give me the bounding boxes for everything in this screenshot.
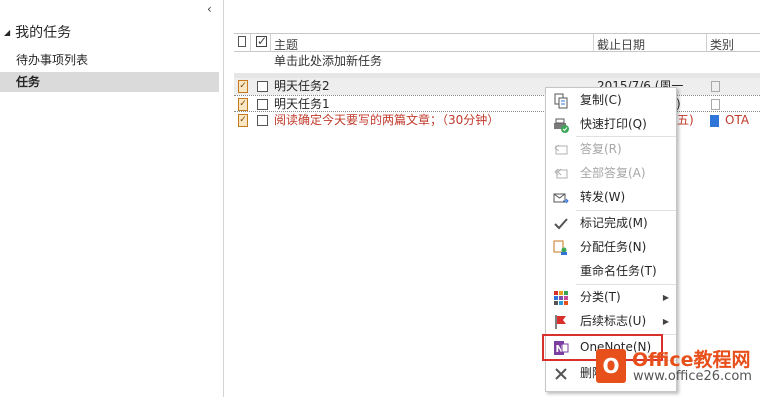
task-icon: ✓: [238, 80, 248, 93]
delete-icon: [553, 366, 569, 382]
menu-item-label: 答复(R): [580, 142, 622, 156]
menu-item-forward[interactable]: 转发(W): [547, 186, 677, 209]
task-due-date: 五): [677, 113, 694, 127]
menu-item-label: 标记完成(M): [580, 216, 648, 230]
task-subject: 明天任务1: [274, 97, 330, 111]
submenu-arrow-icon: ▶: [662, 317, 669, 326]
flag-icon: [553, 314, 569, 330]
quick-print-icon: [553, 117, 569, 133]
column-due-date[interactable]: 截止日期: [597, 36, 645, 53]
menu-item-label: 重命名任务(T): [580, 264, 657, 278]
task-row[interactable]: ✓ 明天任务1 一): [234, 95, 760, 112]
task-type-column-icon[interactable]: [238, 36, 246, 47]
complete-column-icon[interactable]: ✓: [256, 35, 267, 47]
task-list: ✓ 主题 截止日期 类别 单击此处添加新任务 ✓ 明天任务2 2015/7/6 …: [234, 33, 760, 129]
menu-item-categorize[interactable]: 分类(T) ▶: [547, 286, 677, 309]
column-category[interactable]: 类别: [710, 36, 734, 53]
menu-item-rename-task[interactable]: 重命名任务(T): [547, 260, 677, 283]
copy-icon: [553, 93, 569, 109]
menu-item-label: 分类(T): [580, 290, 621, 304]
menu-item-assign-task[interactable]: 分配任务(N): [547, 236, 677, 259]
task-icon: ✓: [238, 98, 248, 111]
task-category: OTA: [725, 113, 750, 127]
complete-checkbox[interactable]: [257, 115, 268, 126]
task-subject: 阅读确定今天要写的两篇文章；（30分钟）: [274, 113, 500, 127]
menu-item-copy[interactable]: 复制(C): [547, 89, 677, 112]
category-box[interactable]: [711, 99, 720, 110]
reply-icon: [553, 142, 569, 158]
category-color-icon: [710, 115, 719, 127]
task-subject: 明天任务2: [274, 79, 330, 93]
assign-task-icon: [553, 240, 569, 256]
menu-item-follow-up[interactable]: 后续标志(U) ▶: [547, 310, 677, 333]
task-row[interactable]: ✓ 明天任务2 2015/7/6 (周一: [234, 78, 760, 95]
menu-item-quick-print[interactable]: 快速打印(Q): [547, 113, 677, 136]
my-tasks-header[interactable]: ◢ 我的任务: [4, 22, 71, 42]
complete-checkbox[interactable]: [257, 99, 268, 110]
checkmark-icon: [553, 216, 569, 232]
submenu-arrow-icon: ▶: [662, 293, 669, 302]
column-header-row: ✓ 主题 截止日期 类别: [234, 33, 760, 52]
menu-item-label: 复制(C): [580, 93, 622, 107]
reply-all-icon: [553, 166, 569, 182]
navigation-pane: ‹ ◢ 我的任务 待办事项列表 任务: [0, 0, 224, 397]
categorize-icon: [553, 290, 569, 306]
menu-item-label: 全部答复(A): [580, 166, 646, 180]
menu-item-reply[interactable]: 答复(R): [547, 138, 677, 161]
watermark: O Office教程网 www.office26.com: [596, 343, 756, 393]
nav-item-label: 任务: [16, 75, 41, 89]
task-row[interactable]: ✓ 阅读确定今天要写的两篇文章；（30分钟） 五) OTA: [234, 112, 760, 129]
category-box[interactable]: [711, 81, 720, 92]
forward-icon: [553, 190, 569, 206]
nav-item-label: 待办事项列表: [16, 53, 89, 67]
task-icon: ✓: [238, 114, 248, 127]
watermark-brand: Office教程网: [632, 349, 751, 371]
menu-item-label: 后续标志(U): [580, 314, 647, 328]
complete-checkbox[interactable]: [257, 81, 268, 92]
column-subject[interactable]: 主题: [274, 36, 298, 53]
watermark-url: www.office26.com: [633, 369, 752, 384]
menu-item-label: 分配任务(N): [580, 240, 647, 254]
my-tasks-label: 我的任务: [15, 25, 72, 41]
expand-triangle-icon[interactable]: ◢: [4, 28, 10, 37]
menu-item-label: 转发(W): [580, 190, 626, 204]
office-logo-icon: O: [596, 349, 626, 383]
nav-item-tasks[interactable]: 任务: [0, 72, 219, 92]
collapse-pane-icon[interactable]: ‹: [207, 2, 212, 16]
nav-item-todo-list[interactable]: 待办事项列表: [0, 50, 219, 70]
menu-item-label: 快速打印(Q): [580, 117, 647, 131]
new-task-row[interactable]: 单击此处添加新任务: [234, 52, 760, 71]
menu-item-reply-all[interactable]: 全部答复(A): [547, 162, 677, 185]
menu-item-mark-complete[interactable]: 标记完成(M): [547, 212, 677, 235]
